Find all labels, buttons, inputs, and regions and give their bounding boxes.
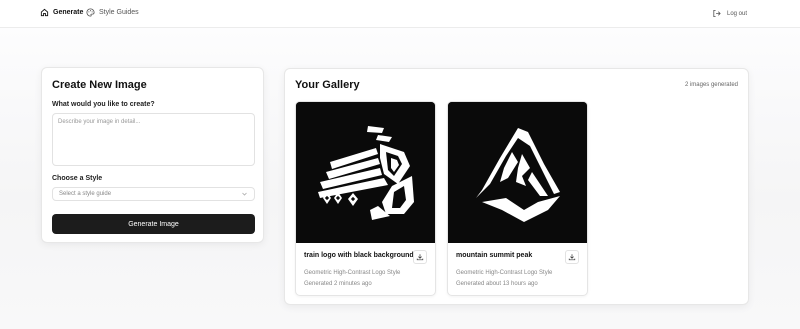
nav-style-guides-label: Style Guides [99,9,139,16]
logout-button[interactable]: Log out [712,9,747,18]
top-navigation: Generate Style Guides Log out [0,0,800,28]
train-logo-image[interactable] [296,102,435,243]
gallery-panel: Your Gallery 2 images generated train lo… [284,68,749,305]
logout-icon [712,9,721,18]
nav-style-guides[interactable]: Style Guides [86,8,139,17]
create-image-card: Create New Image What would you like to … [41,67,264,243]
home-icon [40,8,49,17]
logout-label: Log out [727,10,748,17]
image-title: train logo with black background [304,252,414,259]
gallery-item[interactable]: train logo with black background Geometr… [295,101,436,296]
nav-generate[interactable]: Generate [40,8,83,17]
download-button[interactable] [413,250,427,264]
prompt-input[interactable] [52,113,255,166]
mountain-logo-image[interactable] [448,102,587,243]
image-style: Geometric High-Contrast Logo Style [304,270,401,276]
gallery-item[interactable]: mountain summit peak Geometric High-Cont… [447,101,588,296]
palette-icon [86,8,95,17]
style-label: Choose a Style [52,175,103,182]
prompt-label: What would you like to create? [52,101,155,108]
image-timestamp: Generated 2 minutes ago [304,281,372,287]
download-button[interactable] [565,250,579,264]
create-card-title: Create New Image [52,79,147,91]
style-select-placeholder: Select a style guide [59,191,112,197]
gallery-count: 2 images generated [684,82,738,88]
gallery-title: Your Gallery [295,79,360,91]
download-icon [416,248,424,266]
chevron-down-icon [241,188,248,205]
image-style: Geometric High-Contrast Logo Style [456,270,553,276]
generate-image-button[interactable]: Generate Image [52,214,255,234]
download-icon [568,248,576,266]
style-select[interactable]: Select a style guide [52,187,255,201]
nav-generate-label: Generate [53,9,84,16]
image-timestamp: Generated about 13 hours ago [456,281,538,287]
image-title: mountain summit peak [456,252,533,259]
